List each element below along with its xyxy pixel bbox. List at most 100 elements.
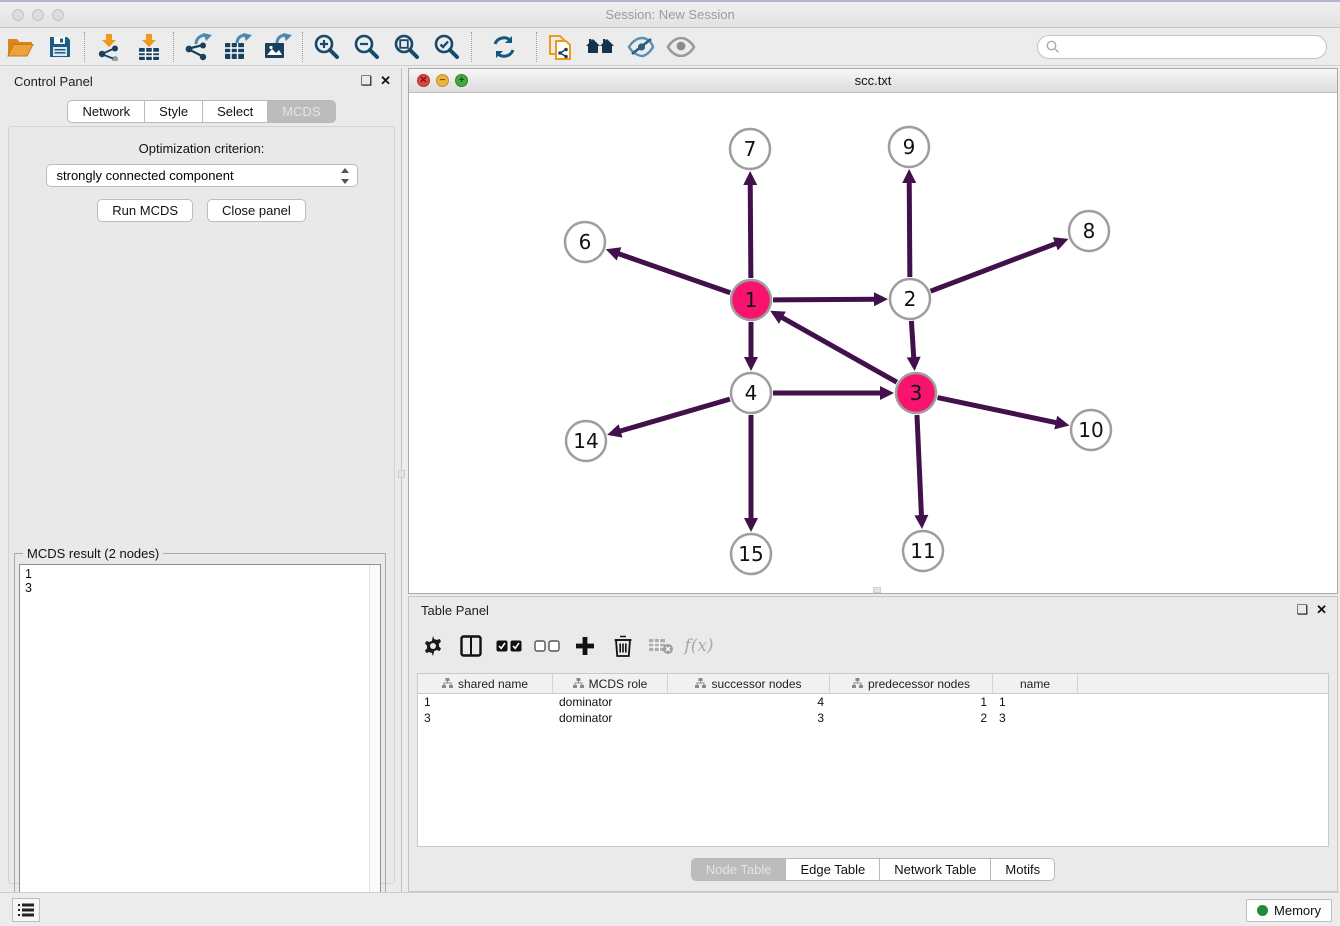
task-history-button[interactable] [12, 898, 40, 922]
float-panel-icon[interactable]: ❑ [360, 73, 372, 89]
import-network-icon[interactable] [89, 31, 129, 63]
graph-edge-1-7[interactable] [750, 182, 751, 278]
delete-table-icon[interactable] [645, 631, 677, 661]
graph-arrowhead [607, 424, 622, 437]
mcds-result-title: MCDS result (2 nodes) [23, 546, 163, 561]
optimization-criterion-label: Optimization criterion: [9, 141, 394, 156]
network-canvas[interactable]: 7968124314101511 [409, 93, 1337, 593]
tab-node-table[interactable]: Node Table [691, 858, 786, 881]
table-cell[interactable]: 1 [418, 695, 553, 709]
mcds-result-scrollbar[interactable] [369, 565, 380, 926]
table-cell[interactable]: 2 [830, 711, 993, 725]
canvas-scroll-grip[interactable] [873, 587, 881, 593]
import-table-icon[interactable] [129, 31, 169, 63]
zoom-in-icon[interactable] [307, 31, 347, 63]
graph-edge-3-10[interactable] [938, 398, 1059, 424]
graph-node-label-14: 14 [573, 429, 598, 453]
home-views-icon[interactable] [581, 31, 621, 63]
graph-edge-4-14[interactable] [618, 399, 730, 432]
column-header-name[interactable]: name [993, 674, 1078, 693]
graph-edge-2-8[interactable] [931, 243, 1059, 291]
hierarchy-icon [573, 678, 584, 689]
graph-edge-2-3[interactable] [911, 321, 913, 360]
table-split-view-icon[interactable] [455, 631, 487, 661]
delete-column-icon[interactable] [607, 631, 639, 661]
tab-motifs[interactable]: Motifs [990, 858, 1055, 881]
table-cell[interactable]: dominator [553, 711, 668, 725]
graph-arrowhead [914, 515, 928, 529]
deselect-all-columns-icon[interactable] [531, 631, 563, 661]
table-body: 1dominator4113dominator323 [418, 694, 1328, 726]
zoom-selected-icon[interactable] [427, 31, 467, 63]
close-panel-icon[interactable]: ✕ [380, 73, 391, 89]
network-window-titlebar[interactable]: ✕ − + scc.txt [409, 69, 1337, 93]
criterion-dropdown-value: strongly connected component [57, 168, 234, 183]
graph-edge-3-1[interactable] [780, 316, 897, 382]
column-header-MCDS-role[interactable]: MCDS role [553, 674, 668, 693]
graph-edge-1-6[interactable] [616, 253, 730, 293]
table-header-row: shared nameMCDS rolesuccessor nodesprede… [418, 674, 1328, 694]
graph-node-label-7: 7 [744, 137, 757, 161]
graph-edge-2-9[interactable] [909, 180, 910, 277]
network-window-title: scc.txt [409, 73, 1337, 88]
float-table-panel-icon[interactable]: ❑ [1296, 602, 1308, 618]
tab-select[interactable]: Select [202, 100, 267, 123]
graph-node-label-1: 1 [745, 288, 758, 312]
memory-button-label: Memory [1274, 903, 1321, 918]
tab-edge-table[interactable]: Edge Table [785, 858, 879, 881]
table-settings-icon[interactable] [417, 631, 449, 661]
tab-network-table[interactable]: Network Table [879, 858, 990, 881]
table-row[interactable]: 1dominator411 [418, 694, 1328, 710]
table-cell[interactable]: 3 [993, 711, 1078, 725]
table-cell[interactable]: 1 [993, 695, 1078, 709]
show-all-eye-icon[interactable] [661, 31, 701, 63]
run-mcds-button[interactable]: Run MCDS [97, 199, 193, 222]
table-cell[interactable]: dominator [553, 695, 668, 709]
export-network-icon[interactable] [178, 31, 218, 63]
column-header-predecessor-nodes[interactable]: predecessor nodes [830, 674, 993, 693]
graph-node-label-6: 6 [579, 230, 592, 254]
table-cell[interactable]: 3 [418, 711, 553, 725]
first-neighbors-icon[interactable] [541, 31, 581, 63]
hide-selected-eye-icon[interactable] [621, 31, 661, 63]
graph-node-label-9: 9 [903, 135, 916, 159]
open-session-icon[interactable] [0, 31, 40, 63]
graph-arrowhead [874, 292, 888, 306]
hierarchy-icon [852, 678, 863, 689]
column-header-successor-nodes[interactable]: successor nodes [668, 674, 830, 693]
search-input[interactable] [1060, 40, 1326, 54]
table-cell[interactable]: 1 [830, 695, 993, 709]
table-cell[interactable]: 3 [668, 711, 830, 725]
close-panel-button[interactable]: Close panel [207, 199, 306, 222]
criterion-dropdown[interactable]: strongly connected component [46, 164, 358, 187]
tab-network[interactable]: Network [67, 100, 144, 123]
tab-mcds[interactable]: MCDS [267, 100, 335, 123]
function-builder-icon[interactable]: f(x) [683, 631, 715, 661]
graph-arrowhead [902, 169, 916, 183]
application-window: Session: New Session [0, 0, 1340, 926]
select-all-columns-icon[interactable] [493, 631, 525, 661]
graph-edge-1-2[interactable] [773, 299, 877, 300]
graph-edge-3-11[interactable] [917, 415, 922, 518]
memory-button[interactable]: Memory [1246, 899, 1332, 922]
refresh-layout-icon[interactable] [484, 31, 524, 63]
export-table-icon[interactable] [218, 31, 258, 63]
dropdown-stepper-icon [340, 168, 351, 184]
table-row[interactable]: 3dominator323 [418, 710, 1328, 726]
column-header-shared-name[interactable]: shared name [418, 674, 553, 693]
tab-style[interactable]: Style [144, 100, 202, 123]
close-table-panel-icon[interactable]: ✕ [1316, 602, 1327, 618]
add-column-icon[interactable] [569, 631, 601, 661]
zoom-fit-icon[interactable] [387, 31, 427, 63]
export-image-icon[interactable] [258, 31, 298, 63]
zoom-out-icon[interactable] [347, 31, 387, 63]
search-field[interactable] [1037, 35, 1327, 59]
save-session-icon[interactable] [40, 31, 80, 63]
node-table[interactable]: shared nameMCDS rolesuccessor nodesprede… [417, 673, 1329, 847]
graph-arrowhead [1054, 416, 1069, 430]
hierarchy-icon [695, 678, 706, 689]
toolbar-separator [84, 32, 85, 62]
graph-node-label-15: 15 [738, 542, 763, 566]
table-cell[interactable]: 4 [668, 695, 830, 709]
panel-splitter-grip[interactable] [398, 470, 405, 478]
